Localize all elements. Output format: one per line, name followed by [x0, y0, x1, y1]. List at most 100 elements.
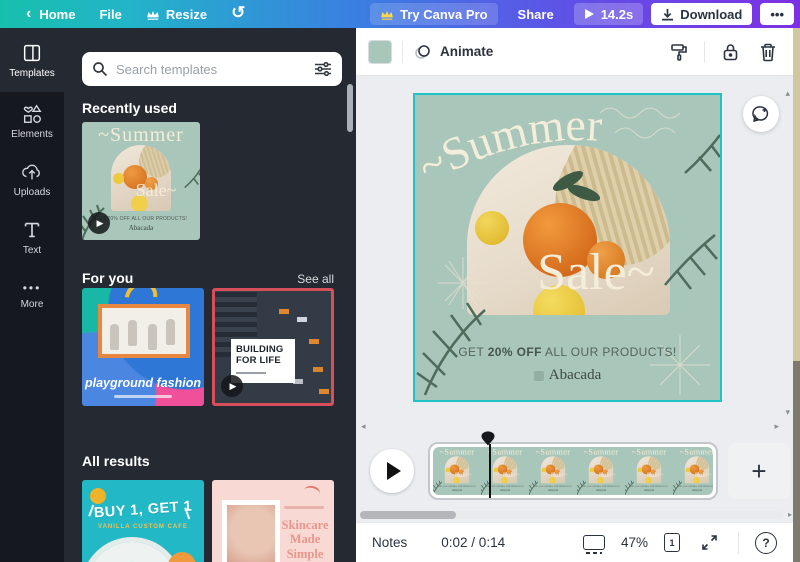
delete-button[interactable]	[755, 39, 781, 65]
frame-offer-text: GET 20% OFF ALL OUR PRODUCTS!	[529, 485, 577, 487]
templates-label: Templates	[9, 68, 55, 79]
skincare-title-text: Skincare Made Simple	[280, 518, 330, 561]
scroll-up-arrow[interactable]: ▴	[785, 88, 790, 99]
scrollbar-thumb[interactable]	[360, 511, 456, 519]
frame-offer-text: GET 20% OFF ALL OUR PRODUCTS!	[433, 485, 481, 487]
file-menu-button[interactable]: File	[87, 0, 133, 28]
search-box[interactable]	[82, 52, 342, 86]
frame-offer-text: GET 20% OFF ALL OUR PRODUCTS!	[577, 485, 625, 487]
play-icon	[584, 8, 595, 20]
elements-label: Elements	[11, 129, 53, 140]
uploads-label: Uploads	[14, 187, 51, 198]
undo-button[interactable]: ↺	[219, 0, 257, 28]
timeline-frame[interactable]: ~Summer Sale~ GET 20% OFF ALL OUR PRODUC…	[673, 447, 713, 495]
timeline-frame[interactable]: ~Summer Sale~ GET 20% OFF ALL OUR PRODUC…	[625, 447, 673, 495]
preview-duration-button[interactable]: 14.2s	[574, 3, 644, 25]
panel-scrollbar[interactable]	[347, 84, 353, 132]
resize-label: Resize	[166, 7, 207, 22]
design-brand[interactable]: Abacada	[415, 367, 720, 384]
animate-button[interactable]: Animate	[413, 42, 493, 62]
download-button[interactable]: Download	[651, 3, 752, 25]
add-comment-button[interactable]	[743, 96, 779, 132]
frame-brand-text: Abacada	[433, 488, 481, 491]
templates-panel: Recently used ~Summer	[64, 28, 356, 562]
divider	[704, 41, 705, 63]
desktop-edge-strip	[793, 28, 800, 562]
thumb-photo	[111, 145, 171, 211]
more-dots-icon: •••	[23, 281, 42, 295]
context-toolbar: Animate	[356, 28, 793, 76]
timeline-clip[interactable]: ~Summer Sale~ GET 20% OFF ALL OUR PRODUC…	[428, 442, 718, 500]
play-icon	[387, 462, 401, 480]
search-input[interactable]	[116, 62, 306, 77]
page-number: 1	[669, 538, 674, 548]
background-color-swatch[interactable]	[368, 40, 392, 64]
building-title-card: BUILDING FOR LIFE	[231, 339, 295, 383]
sidebar-item-more[interactable]: ••• More	[0, 266, 64, 324]
try-canva-pro-button[interactable]: Try Canva Pro	[370, 3, 497, 25]
frame-sale-text: Sale~	[685, 471, 713, 480]
template-thumbnail-buy-one-get-one[interactable]: BUY 1, GET 1 VANILLA CUSTOM CAFE	[82, 480, 204, 562]
zoom-level[interactable]: 47%	[621, 535, 648, 550]
see-all-link[interactable]: See all	[297, 272, 334, 286]
timeline-play-button[interactable]	[370, 449, 414, 493]
canva-editor: ‹ Home File Resize ↺ Try Canva Pro	[0, 0, 800, 562]
scroll-right-arrow[interactable]: ▸	[774, 421, 779, 432]
timeline-frame[interactable]: ~Summer Sale~ GET 20% OFF ALL OUR PRODUC…	[433, 447, 481, 495]
brand-name-text: Abacada	[549, 367, 601, 384]
frame-preview: ~Summer Sale~ GET 20% OFF ALL OUR PRODUC…	[433, 447, 481, 495]
pages-icon[interactable]: 1	[664, 533, 680, 552]
status-bar: Notes 0:02 / 0:14 47% 1	[356, 522, 793, 562]
template-thumbnail-building-for-life[interactable]: BUILDING FOR LIFE ▶	[212, 288, 334, 406]
lock-button[interactable]	[717, 39, 743, 65]
frame-preview: ~Summer Sale~ GET 20% OFF ALL OUR PRODUC…	[529, 447, 577, 495]
design-offer-text[interactable]: GET 20% OFF ALL OUR PRODUCTS!	[415, 345, 720, 359]
recently-used-thumbnail[interactable]: ~Summer Sale~ GET 2	[82, 122, 200, 240]
sidebar-item-elements[interactable]: Elements	[0, 92, 64, 150]
scroll-down-arrow[interactable]: ▾	[785, 407, 790, 418]
timeline: ~Summer Sale~ GET 20% OFF ALL OUR PRODUC…	[356, 434, 793, 508]
design-page[interactable]: ~Summer Sale~ GET 20% OFF ALL OUR PRODUC…	[415, 95, 720, 400]
chevron-left-icon: ‹	[26, 5, 31, 23]
duration-label: 14.2s	[601, 7, 634, 22]
playhead-marker[interactable]	[481, 431, 495, 451]
timeline-scrollbar: ▸	[356, 508, 793, 522]
sidebar-item-templates[interactable]: Templates	[0, 28, 64, 92]
sidebar-item-text[interactable]: Text	[0, 208, 64, 266]
help-button[interactable]: ?	[755, 532, 777, 554]
home-button[interactable]: ‹ Home	[14, 0, 87, 28]
download-icon	[661, 8, 674, 21]
sidebar-item-uploads[interactable]: Uploads	[0, 150, 64, 208]
scroll-right-arrow[interactable]: ▸	[788, 510, 792, 519]
elements-icon	[21, 103, 43, 125]
frame-sale-text: Sale~	[541, 471, 577, 480]
duration-view-icon[interactable]	[583, 535, 605, 550]
building-title-line2: FOR LIFE	[236, 356, 290, 367]
notes-button[interactable]: Notes	[372, 535, 407, 550]
uploads-icon	[21, 161, 43, 183]
design-sale-text[interactable]: Sale~	[463, 243, 720, 302]
resize-button[interactable]: Resize	[134, 0, 219, 28]
scroll-left-arrow[interactable]: ◂	[361, 421, 366, 432]
template-thumbnail-skincare[interactable]: Skincare Made Simple	[212, 480, 334, 562]
roller-style-button[interactable]	[666, 39, 692, 65]
frame-preview: ~Summer Sale~ GET 20% OFF ALL OUR PRODUC…	[577, 447, 625, 495]
more-options-button[interactable]: •••	[760, 3, 794, 25]
text-label: Text	[23, 245, 41, 256]
more-dots-icon: •••	[770, 7, 784, 22]
add-page-button[interactable]: +	[728, 443, 790, 499]
timeline-frame[interactable]: ~Summer Sale~ GET 20% OFF ALL OUR PRODUC…	[577, 447, 625, 495]
cake-photo	[86, 542, 178, 562]
try-pro-label: Try Canva Pro	[400, 7, 487, 22]
file-label: File	[99, 7, 121, 22]
share-button[interactable]: Share	[506, 0, 566, 28]
filter-icon[interactable]	[314, 61, 332, 77]
animate-icon	[413, 42, 433, 62]
fullscreen-button[interactable]	[696, 530, 722, 556]
frame-offer-text: GET 20% OFF ALL OUR PRODUCTS!	[673, 485, 713, 487]
divider	[402, 41, 403, 63]
timeline-frame[interactable]: ~Summer Sale~ GET 20% OFF ALL OUR PRODUC…	[529, 447, 577, 495]
divider	[738, 532, 739, 554]
playground-subtitle-line	[114, 395, 172, 398]
template-thumbnail-playground-fashion[interactable]: playground fashion	[82, 288, 204, 406]
